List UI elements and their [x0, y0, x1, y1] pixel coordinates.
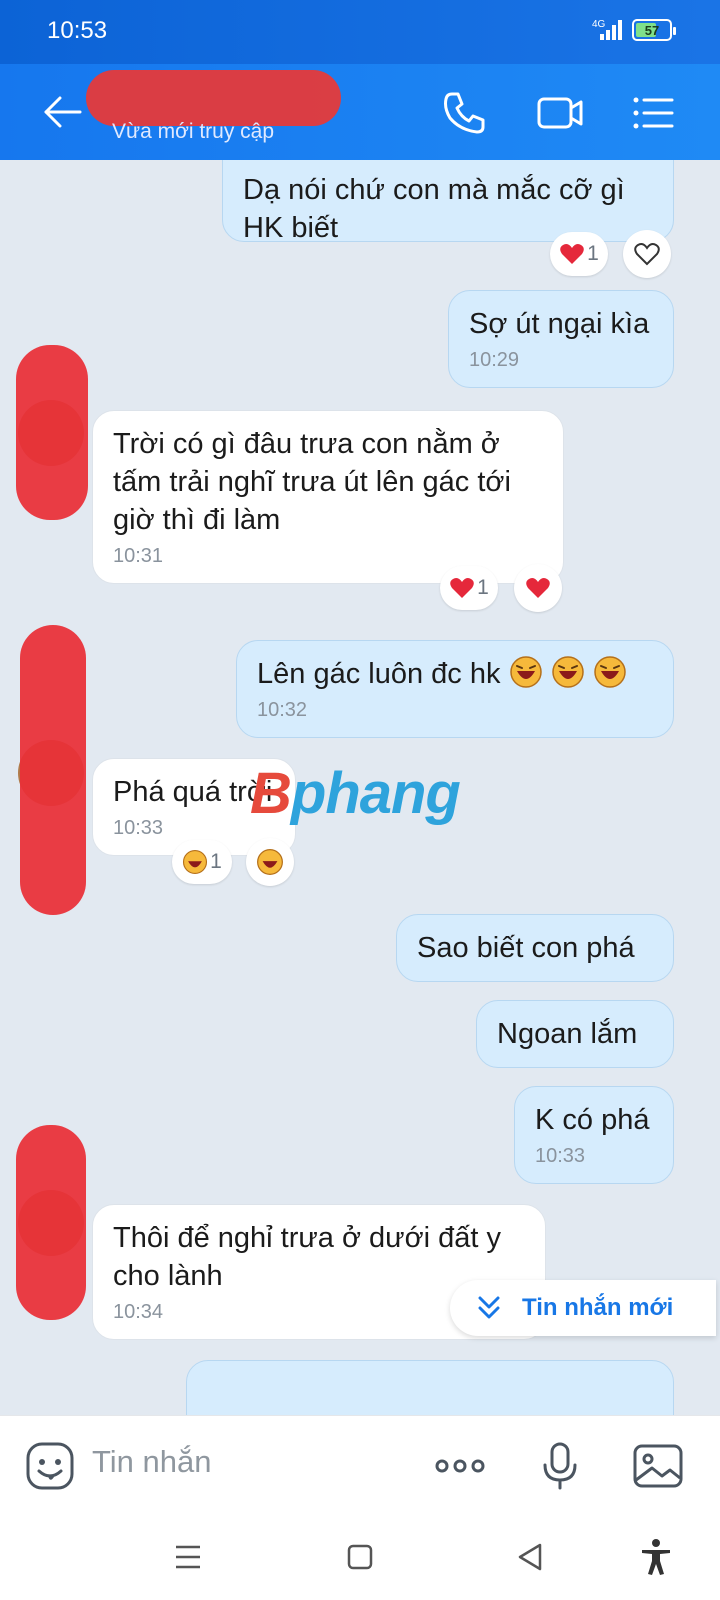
sticker-button[interactable]: [22, 1438, 78, 1494]
battery-icon: 57: [632, 19, 676, 41]
voice-call-button[interactable]: [440, 90, 488, 136]
message-outgoing[interactable]: K có phá 10:33: [514, 1086, 674, 1184]
reaction-count-badge[interactable]: 1: [440, 566, 498, 610]
reaction-count: 1: [587, 242, 599, 265]
message-outgoing-partial[interactable]: [186, 1360, 674, 1415]
message-time: 10:31: [113, 545, 164, 567]
more-dots-icon: [435, 1459, 485, 1473]
message-text: Sợ út ngại kìa: [469, 308, 650, 340]
network-type-label: 4G: [592, 19, 606, 30]
watermark-text: phang: [290, 761, 461, 826]
message-incoming[interactable]: Trời có gì đâu trưa con nằm ở tấm trải n…: [92, 410, 564, 584]
message-text: Sao biết con phá: [417, 932, 635, 964]
message-input-bar: Tin nhắn: [0, 1415, 720, 1515]
avatar[interactable]: [16, 345, 88, 520]
video-camera-icon: [537, 97, 583, 129]
battery-level: 57: [644, 22, 660, 38]
video-call-button[interactable]: [536, 90, 584, 136]
message-text: Thôi để nghỉ trưa ở dưới đất y cho lành: [113, 1222, 501, 1292]
laughing-emoji-icon: [509, 656, 542, 688]
message-text: Trời có gì đâu trưa con nằm ở tấm trải n…: [113, 428, 511, 536]
message-list[interactable]: Dạ nói chứ con mà mắc cỡ gì HK biết 1 Sợ…: [0, 160, 720, 1415]
message-outgoing[interactable]: Lên gác luôn đc hk 10:32: [236, 640, 674, 738]
laughing-emoji-icon: [183, 849, 208, 875]
avatar[interactable]: [16, 1125, 86, 1320]
menu-lines-icon: [176, 1545, 200, 1569]
arrow-left-icon: [44, 96, 82, 128]
phone-icon: [444, 92, 485, 134]
reaction-count-badge[interactable]: 1: [550, 232, 608, 276]
message-time: 10:33: [535, 1145, 586, 1167]
home-button[interactable]: [340, 1537, 380, 1577]
system-navigation-bar: [0, 1515, 720, 1600]
menu-list-icon: [633, 97, 674, 129]
accessibility-person-icon: [642, 1539, 670, 1575]
new-messages-label: Tin nhắn mới: [522, 1294, 674, 1321]
message-outgoing[interactable]: Sao biết con phá: [396, 914, 674, 982]
message-time: 10:29: [469, 349, 520, 371]
triangle-back-icon: [518, 1543, 542, 1571]
message-text: Lên gác luôn đc hk: [257, 658, 501, 690]
message-outgoing[interactable]: Ngoan lắm: [476, 1000, 674, 1068]
message-text: K có phá: [535, 1104, 650, 1136]
laughing-emoji-icon: [551, 656, 584, 688]
status-bar: 10:53 4G 57: [0, 0, 720, 64]
send-image-button[interactable]: [630, 1438, 686, 1494]
signal-icon: 4G: [592, 19, 622, 40]
new-messages-button[interactable]: Tin nhắn mới: [450, 1280, 716, 1336]
reaction-count: 1: [477, 576, 489, 599]
message-outgoing[interactable]: Sợ út ngại kìa 10:29: [448, 290, 674, 388]
contact-name-redacted: [86, 70, 341, 126]
status-icons: 4G 57: [592, 18, 676, 42]
heart-icon: [450, 578, 474, 598]
back-button[interactable]: [40, 92, 84, 132]
image-gallery-icon: [633, 1444, 683, 1488]
message-outgoing[interactable]: Dạ nói chứ con mà mắc cỡ gì HK biết: [222, 160, 674, 244]
laughing-emoji-icon: [257, 849, 283, 875]
recent-apps-button[interactable]: [168, 1537, 208, 1577]
square-home-icon: [347, 1544, 373, 1570]
voice-message-button[interactable]: [532, 1438, 588, 1494]
heart-icon: [560, 244, 584, 264]
sticker-smiley-icon: [26, 1442, 74, 1490]
react-button[interactable]: [514, 564, 562, 612]
react-button[interactable]: [246, 838, 294, 886]
message-input[interactable]: Tin nhắn: [92, 1444, 212, 1480]
accessibility-button[interactable]: [636, 1537, 676, 1577]
back-nav-button[interactable]: [510, 1537, 550, 1577]
message-text: Ngoan lắm: [497, 1018, 638, 1050]
react-button[interactable]: [623, 230, 671, 278]
contact-status: Vừa mới truy cập: [112, 120, 275, 143]
message-time: 10:32: [257, 699, 308, 721]
reaction-count: 1: [210, 850, 222, 873]
laughing-emoji-icon: [593, 656, 626, 688]
message-text: Phá quá trời: [113, 776, 273, 808]
heart-icon: [526, 578, 550, 598]
chat-header: Vừa mới truy cập: [0, 64, 720, 160]
status-time: 10:53: [47, 17, 108, 44]
heart-outline-icon: [634, 243, 660, 266]
microphone-icon: [543, 1442, 577, 1490]
chat-options-button[interactable]: [630, 90, 678, 136]
message-time: 10:33: [113, 817, 164, 839]
more-actions-button[interactable]: [432, 1438, 488, 1494]
double-chevron-down-icon: [478, 1296, 500, 1319]
reaction-count-badge[interactable]: 1: [172, 840, 232, 884]
avatar[interactable]: [18, 625, 86, 915]
